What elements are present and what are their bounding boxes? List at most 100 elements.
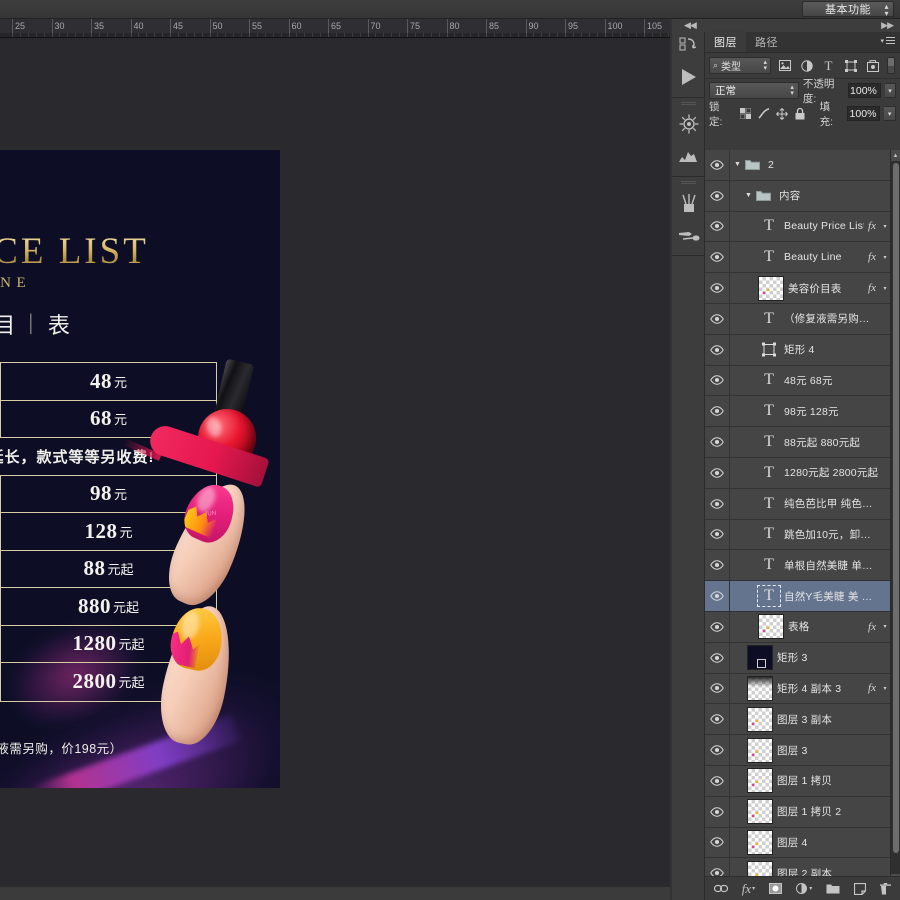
blend-mode-select[interactable]: 正常 ▴ ▾ <box>709 82 799 99</box>
layer-row[interactable]: 美容价目表 fx ▾ <box>705 273 900 304</box>
new-layer-icon[interactable] <box>854 882 867 895</box>
layer-visibility-eye-icon[interactable] <box>705 150 730 180</box>
layer-name[interactable]: 矩形 4 副本 3 <box>777 681 864 696</box>
layer-effects-expand-icon[interactable]: ▾ <box>880 623 890 630</box>
layer-row-body[interactable]: T Beauty Price List fx ▾ <box>730 212 890 242</box>
layer-list-scrollbar[interactable]: ▲ ▼ <box>890 150 900 885</box>
layer-visibility-eye-icon[interactable] <box>705 581 730 611</box>
layer-visibility-eye-icon[interactable] <box>705 242 730 273</box>
scroll-up-arrow-icon[interactable]: ▲ <box>891 150 900 161</box>
layer-visibility-eye-icon[interactable] <box>705 334 730 365</box>
layer-name[interactable]: 美容价目表 <box>788 281 864 296</box>
dock-grip[interactable] <box>680 102 696 105</box>
artboard-beauty-price-list[interactable]: Y PRICE LIST EAUTY LINE 容│价│目│表 48元68元接甲… <box>0 150 280 788</box>
layer-visibility-eye-icon[interactable] <box>705 735 730 765</box>
brush-presets-icon[interactable] <box>672 187 705 219</box>
layer-visibility-eye-icon[interactable] <box>705 673 730 704</box>
dock-grip[interactable] <box>680 181 696 184</box>
layer-name[interactable]: 矩形 3 <box>777 650 890 665</box>
type-layer-filter-icon[interactable]: T <box>820 57 837 74</box>
layer-row[interactable]: 图层 3 副本 <box>705 704 900 736</box>
layer-row-body[interactable]: 图层 1 拷贝 2 <box>730 797 890 827</box>
layer-row[interactable]: T 88元起 880元起 <box>705 427 900 458</box>
layer-thumbnail[interactable] <box>747 799 773 825</box>
layer-effects-fx-icon[interactable]: fx <box>864 682 880 694</box>
layer-effects-fx-icon[interactable]: fx <box>864 220 880 232</box>
layer-visibility-eye-icon[interactable] <box>705 427 730 457</box>
opacity-stepper[interactable]: ▾ <box>884 83 897 98</box>
layer-row[interactable]: T 1280元起 2800元起 <box>705 457 900 489</box>
lock-image-pixels-icon[interactable] <box>756 106 770 122</box>
opacity-input[interactable]: 100% <box>848 83 881 98</box>
layer-name[interactable]: （修复液需另购… <box>784 311 890 326</box>
scrollbar-thumb[interactable] <box>893 163 899 853</box>
layer-name[interactable]: 2 <box>768 159 890 171</box>
new-group-icon[interactable] <box>826 883 840 894</box>
layer-visibility-eye-icon[interactable] <box>705 396 730 427</box>
layer-row-body[interactable]: 图层 3 副本 <box>730 704 890 734</box>
layer-row-body[interactable]: 矩形 3 <box>730 643 890 673</box>
layer-row[interactable]: T 98元 128元 <box>705 396 900 428</box>
layer-row[interactable]: T Beauty Price List fx ▾ <box>705 211 900 243</box>
layer-visibility-eye-icon[interactable] <box>705 642 730 673</box>
layer-row[interactable]: 矩形 3 <box>705 642 900 674</box>
layer-name[interactable]: 48元 68元 <box>784 373 890 388</box>
chevron-double-left-icon[interactable]: ◀◀ <box>684 20 697 31</box>
filter-enable-toggle[interactable] <box>887 57 895 74</box>
layer-name[interactable]: 98元 128元 <box>784 404 890 419</box>
layer-thumbnail[interactable] <box>747 737 773 763</box>
layer-row[interactable]: T 纯色芭比甲 纯色… <box>705 488 900 520</box>
link-layers-icon[interactable] <box>713 884 728 893</box>
histogram-icon[interactable] <box>672 140 705 172</box>
layer-row-body[interactable]: 图层 4 <box>730 828 890 858</box>
layer-name[interactable]: Beauty Price List <box>784 220 864 232</box>
layer-name[interactable]: 图层 3 <box>777 743 890 758</box>
layer-row[interactable]: 矩形 4 副本 3 fx ▾ <box>705 673 900 705</box>
layer-row-body[interactable]: ▼ 2 <box>730 150 890 180</box>
layer-thumbnail[interactable] <box>747 675 773 701</box>
layer-visibility-eye-icon[interactable] <box>705 365 730 396</box>
layer-effects-expand-icon[interactable]: ▾ <box>880 285 890 292</box>
layer-visibility-eye-icon[interactable] <box>705 180 730 211</box>
chevron-double-right-icon[interactable]: ▶▶ <box>881 20 894 31</box>
layer-row-body[interactable]: T Beauty Line fx ▾ <box>730 242 890 272</box>
layer-row[interactable]: 图层 4 <box>705 827 900 859</box>
layer-thumbnail[interactable] <box>747 706 773 732</box>
tool-presets-icon[interactable] <box>672 219 705 251</box>
layer-effects-fx-icon[interactable]: fx <box>864 621 880 633</box>
layer-effects-fx-icon[interactable]: fx <box>864 251 880 263</box>
tab-paths[interactable]: 路径 <box>746 31 787 52</box>
layer-visibility-eye-icon[interactable] <box>705 273 730 303</box>
layer-effects-expand-icon[interactable]: ▾ <box>880 254 890 261</box>
layer-visibility-eye-icon[interactable] <box>705 550 730 581</box>
layer-name[interactable]: 88元起 880元起 <box>784 435 890 450</box>
layer-row-body[interactable]: T 88元起 880元起 <box>730 427 890 457</box>
layer-visibility-eye-icon[interactable] <box>705 211 730 242</box>
layer-effects-expand-icon[interactable]: ▾ <box>880 685 890 692</box>
layer-row-body[interactable]: 美容价目表 fx ▾ <box>730 273 890 303</box>
layer-row-body[interactable]: T 自然Y毛美睫 美 … <box>730 581 890 611</box>
layer-thumbnail[interactable] <box>747 768 773 794</box>
layer-mask-icon[interactable] <box>769 883 783 894</box>
layer-row-body[interactable]: 图层 3 <box>730 735 890 765</box>
layer-name[interactable]: 图层 1 拷贝 <box>777 773 890 788</box>
layer-name[interactable]: 自然Y毛美睫 美 … <box>784 589 890 604</box>
layer-row-body[interactable]: 表格 fx ▾ <box>730 612 890 642</box>
actions-play-icon[interactable] <box>672 61 705 93</box>
layer-row-body[interactable]: T 48元 68元 <box>730 366 890 396</box>
layer-row[interactable]: 图层 1 拷贝 <box>705 765 900 797</box>
layer-row-body[interactable]: 图层 1 拷贝 <box>730 766 890 796</box>
layer-visibility-eye-icon[interactable] <box>705 796 730 827</box>
layer-name[interactable]: 图层 4 <box>777 835 890 850</box>
lock-position-icon[interactable] <box>775 106 789 122</box>
group-expand-triangle-icon[interactable]: ▼ <box>732 161 743 168</box>
layer-visibility-eye-icon[interactable] <box>705 303 730 334</box>
layer-row[interactable]: ▼ 内容 <box>705 180 900 212</box>
layer-name[interactable]: 跳色加10元，卸… <box>784 527 890 542</box>
layer-row[interactable]: T （修复液需另购… <box>705 303 900 335</box>
layer-row[interactable]: 表格 fx ▾ <box>705 611 900 643</box>
layer-row[interactable]: 图层 3 <box>705 735 900 766</box>
layer-visibility-eye-icon[interactable] <box>705 611 730 642</box>
layer-thumbnail[interactable] <box>747 829 773 855</box>
tab-layers[interactable]: 图层 <box>705 31 746 52</box>
